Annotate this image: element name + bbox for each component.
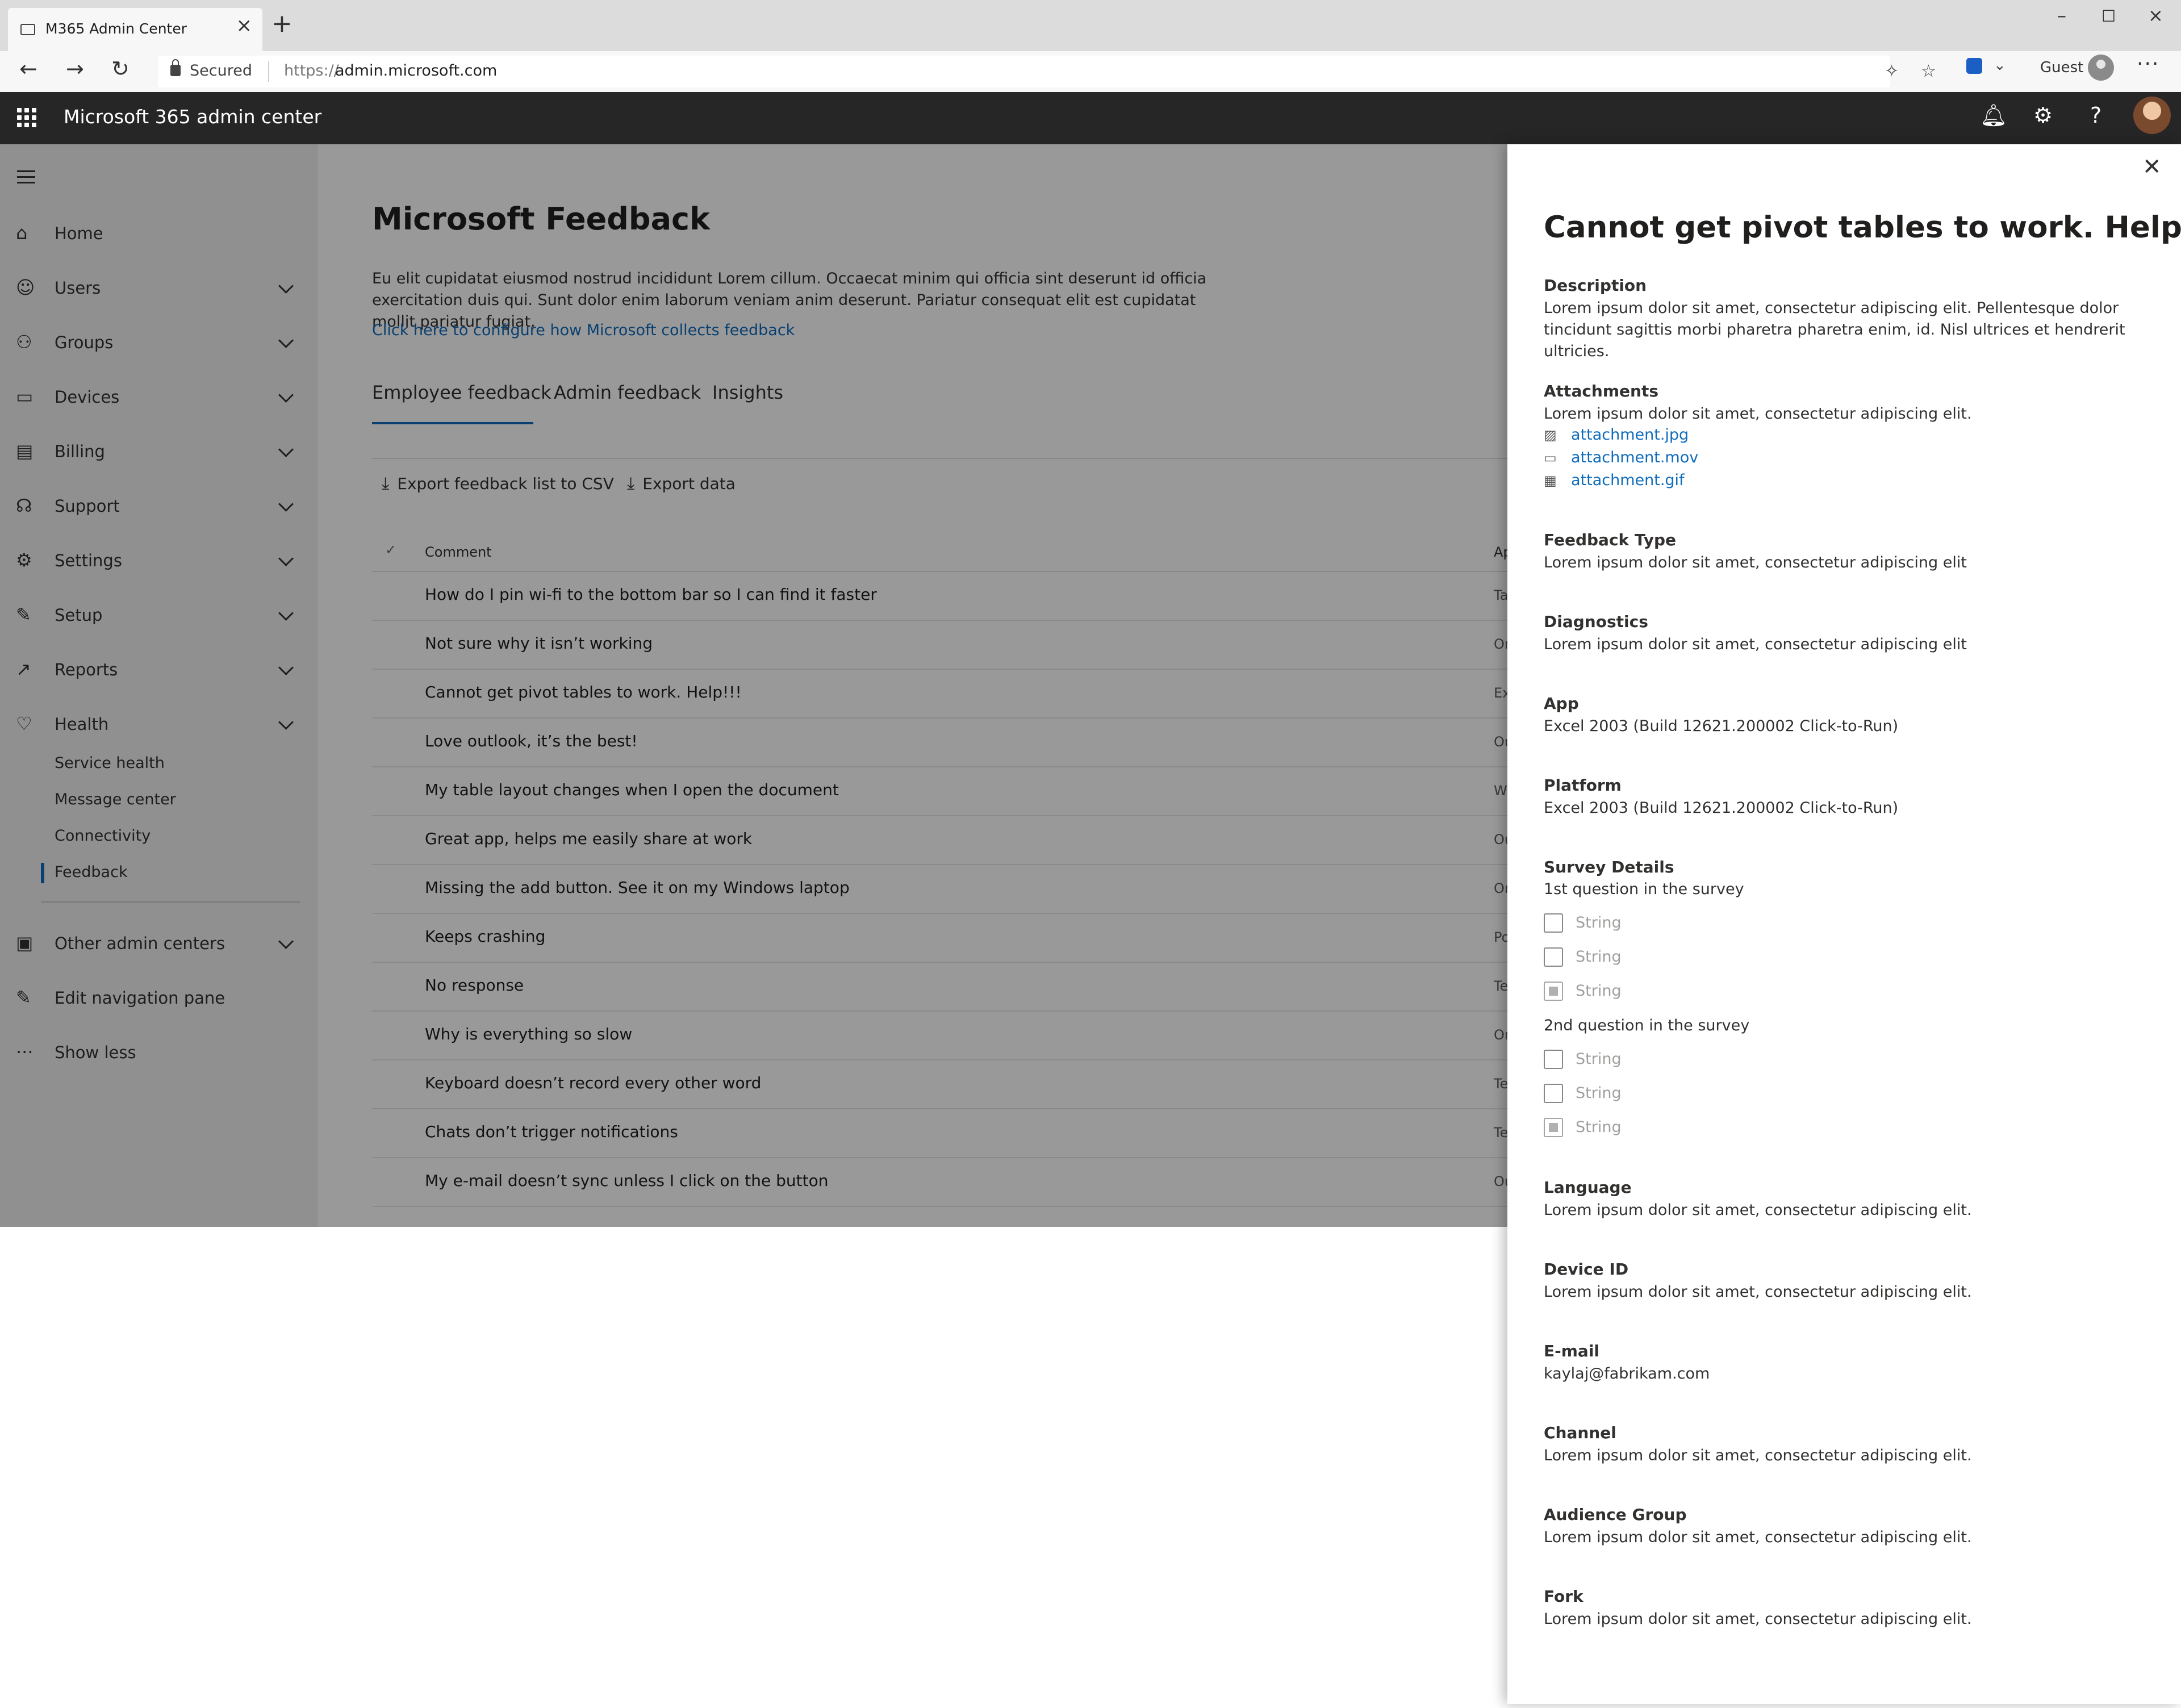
survey-details-label: Survey Details xyxy=(1544,858,1674,876)
new-tab-icon[interactable]: + xyxy=(271,11,293,36)
url-separator xyxy=(268,61,269,82)
browser-tabstrip: M365 Admin Center × + – ☐ × xyxy=(0,0,2181,51)
audience-group-value: Lorem ipsum dolor sit amet, consectetur … xyxy=(1544,1529,1972,1546)
channel-value: Lorem ipsum dolor sit amet, consectetur … xyxy=(1544,1447,1972,1464)
device-id-value: Lorem ipsum dolor sit amet, consectetur … xyxy=(1544,1283,1972,1301)
maximize-window-icon[interactable]: ☐ xyxy=(2101,7,2116,26)
extension-icon[interactable] xyxy=(1966,58,1982,74)
checkbox[interactable] xyxy=(1544,1084,1563,1103)
suite-header: Microsoft 365 admin center 🔔︎ ⚙ ? xyxy=(0,92,2181,144)
attachment-link[interactable]: attachment.mov xyxy=(1571,449,1698,466)
checkbox-checked[interactable] xyxy=(1544,1118,1563,1137)
channel-label: Channel xyxy=(1544,1423,1616,1442)
survey-question-2: 2nd question in the survey xyxy=(1544,1017,1750,1034)
favorite-star-icon[interactable]: ☆ xyxy=(1921,61,1936,81)
minimize-window-icon[interactable]: – xyxy=(2057,5,2066,26)
panel-title: Cannot get pivot tables to work. Help!!! xyxy=(1544,210,2181,245)
fork-value: Lorem ipsum dolor sit amet, consectetur … xyxy=(1544,1610,1972,1628)
app-value: Excel 2003 (Build 12621.200002 Click-to-… xyxy=(1544,717,1899,735)
reader-mode-icon[interactable]: ✧ xyxy=(1885,61,1899,81)
attachments-value: Lorem ipsum dolor sit amet, consectetur … xyxy=(1544,405,1972,423)
settings-gear-icon[interactable]: ⚙ xyxy=(2033,105,2053,126)
option-label: String xyxy=(1576,914,1622,932)
feedback-type-value: Lorem ipsum dolor sit amet, consectetur … xyxy=(1544,554,1967,571)
diagnostics-value: Lorem ipsum dolor sit amet, consectetur … xyxy=(1544,636,1967,653)
url-protocol: https:// xyxy=(284,62,339,80)
secured-label: Secured xyxy=(190,62,252,80)
option-label: String xyxy=(1576,1050,1622,1068)
address-bar: ← → ↻ Secured https:// admin.microsoft.c… xyxy=(0,51,2181,93)
close-panel-icon[interactable]: ✕ xyxy=(2142,156,2162,178)
forward-icon[interactable]: → xyxy=(66,58,84,80)
video-file-icon: ▭ xyxy=(1544,450,1557,466)
description-value: Lorem ipsum dolor sit amet, consectetur … xyxy=(1544,299,2125,360)
back-icon[interactable]: ← xyxy=(19,58,37,80)
attachment-link[interactable]: attachment.jpg xyxy=(1571,426,1689,444)
checkbox[interactable] xyxy=(1544,1050,1563,1069)
email-value: kaylaj@fabrikam.com xyxy=(1544,1365,1710,1383)
url-field[interactable]: Secured https:// admin.microsoft.com ✧ ☆ xyxy=(158,56,1936,87)
profile-label[interactable]: Guest xyxy=(2040,59,2083,76)
fork-label: Fork xyxy=(1544,1587,1583,1606)
platform-label: Platform xyxy=(1544,776,1622,795)
attachments-label: Attachments xyxy=(1544,382,1659,400)
extension-dropdown-icon[interactable]: ⌄ xyxy=(1994,57,2006,74)
browser-tab-title: M365 Admin Center xyxy=(45,20,187,37)
attachment-link[interactable]: attachment.gif xyxy=(1571,471,1685,489)
admin-center-favicon-icon xyxy=(20,24,35,35)
attachment-item[interactable]: ▦ attachment.gif xyxy=(1544,471,1685,489)
url-host: admin.microsoft.com xyxy=(335,62,498,80)
refresh-icon[interactable]: ↻ xyxy=(111,58,129,80)
app-label: App xyxy=(1544,694,1579,713)
checkbox[interactable] xyxy=(1544,947,1563,967)
modal-dim-overlay[interactable] xyxy=(0,144,1507,1227)
gif-file-icon: ▦ xyxy=(1544,473,1557,488)
browser-tab[interactable]: M365 Admin Center × xyxy=(8,8,262,51)
diagnostics-label: Diagnostics xyxy=(1544,612,1648,631)
user-profile-avatar[interactable] xyxy=(2133,97,2171,134)
image-file-icon: ▨ xyxy=(1544,427,1557,443)
guest-avatar-icon[interactable] xyxy=(2088,55,2114,81)
checkbox-checked[interactable] xyxy=(1544,982,1563,1001)
feedback-type-label: Feedback Type xyxy=(1544,531,1676,549)
attachment-item[interactable]: ▭ attachment.mov xyxy=(1544,449,1698,466)
platform-value: Excel 2003 (Build 12621.200002 Click-to-… xyxy=(1544,799,1899,817)
checkbox[interactable] xyxy=(1544,913,1563,933)
option-label: String xyxy=(1576,948,1622,966)
attachment-item[interactable]: ▨ attachment.jpg xyxy=(1544,426,1689,444)
option-label: String xyxy=(1576,1084,1622,1102)
app-launcher-icon[interactable] xyxy=(17,108,36,127)
option-label: String xyxy=(1576,982,1622,1000)
device-id-label: Device ID xyxy=(1544,1260,1629,1279)
notifications-bell-icon[interactable]: 🔔︎ xyxy=(1980,105,2007,126)
language-value: Lorem ipsum dolor sit amet, consectetur … xyxy=(1544,1201,1972,1219)
lock-icon xyxy=(170,59,181,76)
description-label: Description xyxy=(1544,276,1647,295)
language-label: Language xyxy=(1544,1178,1632,1197)
email-label: E-mail xyxy=(1544,1342,1600,1360)
close-tab-icon[interactable]: × xyxy=(236,16,253,35)
survey-question-1: 1st question in the survey xyxy=(1544,880,1744,898)
option-label: String xyxy=(1576,1118,1622,1136)
feedback-detail-panel: ✕ Cannot get pivot tables to work. Help!… xyxy=(1507,144,2181,1704)
audience-group-label: Audience Group xyxy=(1544,1505,1687,1524)
suite-title[interactable]: Microsoft 365 admin center xyxy=(64,106,321,128)
help-icon[interactable]: ? xyxy=(2090,105,2101,126)
browser-more-icon[interactable]: ··· xyxy=(2137,52,2159,76)
close-window-icon[interactable]: × xyxy=(2148,5,2163,26)
